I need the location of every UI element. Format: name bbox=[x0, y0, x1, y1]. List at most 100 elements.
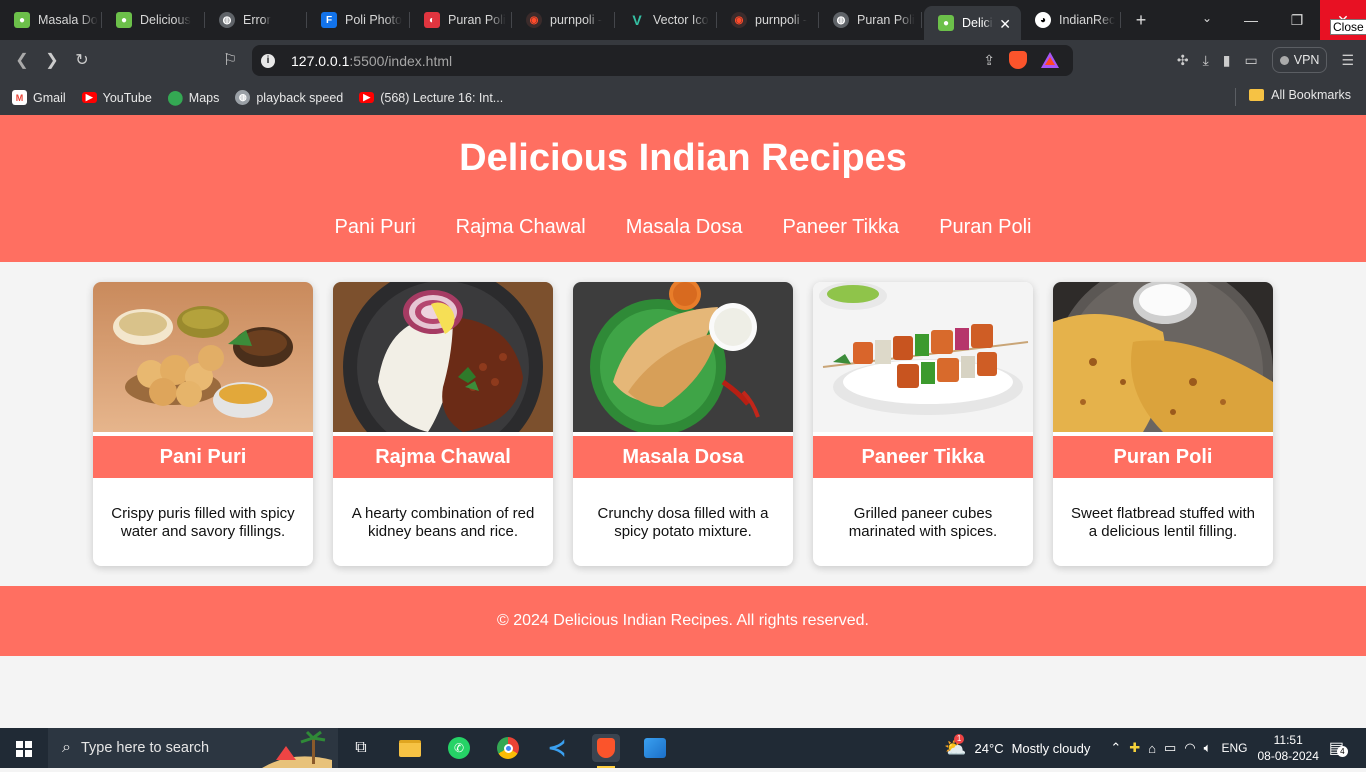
clock-date: 08-08-2024 bbox=[1257, 749, 1319, 763]
brave-browser-icon[interactable] bbox=[592, 734, 620, 768]
recipe-title: Rajma Chawal bbox=[333, 436, 553, 478]
github-icon: ◕ bbox=[1035, 12, 1051, 28]
globe-icon: ◍ bbox=[833, 12, 849, 28]
weather-temperature: 24°C bbox=[974, 740, 1004, 756]
share-icon[interactable]: ⇪ bbox=[983, 52, 995, 69]
recipe-description: A hearty combination of red kidney beans… bbox=[351, 505, 535, 540]
brave-shields-icon[interactable] bbox=[1009, 51, 1027, 69]
nav-link-paneer-tikka[interactable]: Paneer Tikka bbox=[782, 216, 899, 239]
bookmark-playback-speed[interactable]: ◍ playback speed bbox=[235, 90, 343, 105]
close-tab-icon[interactable]: ✕ bbox=[999, 16, 1011, 33]
wallet-icon[interactable]: ▭ bbox=[1245, 52, 1258, 69]
file-explorer-icon[interactable] bbox=[396, 734, 424, 762]
weather-icon[interactable]: ⛅ 1 bbox=[944, 733, 967, 759]
browser-tab[interactable]: ● Delicious bbox=[102, 0, 205, 40]
system-tray: ⛅ 1 24°C Mostly cloudy ⌃ ✚ ⌂ ▭ ◠ 🔈︎ ENG 1… bbox=[944, 728, 1366, 768]
folder-icon bbox=[1249, 89, 1265, 101]
recipe-description: Grilled paneer cubes marinated with spic… bbox=[848, 505, 998, 540]
chevron-up-icon[interactable]: ⌃ bbox=[1110, 740, 1121, 756]
taskbar-search[interactable]: ⌕ Type here to search bbox=[48, 728, 338, 768]
close-window-button[interactable]: ✕Close bbox=[1320, 0, 1366, 40]
minimize-button[interactable]: — bbox=[1228, 0, 1274, 40]
browser-tab[interactable]: ◕ IndianRec bbox=[1021, 0, 1121, 40]
recipe-card-masala-dosa[interactable]: Masala Dosa Crunchy dosa filled with a s… bbox=[573, 282, 793, 566]
whatsapp-icon[interactable]: ✆ bbox=[445, 734, 473, 762]
photos-app-icon[interactable] bbox=[641, 734, 669, 762]
browser-tab[interactable]: ◉ purnpoli - bbox=[512, 0, 615, 40]
globe-icon: ◍ bbox=[219, 12, 235, 28]
battery-icon[interactable]: ▭ bbox=[1164, 740, 1176, 756]
browser-tab[interactable]: ● Masala Do bbox=[0, 0, 102, 40]
nav-link-masala-dosa[interactable]: Masala Dosa bbox=[626, 216, 743, 239]
recipe-cards: Pani Puri Crispy puris filled with spicy… bbox=[0, 282, 1366, 566]
maximize-button[interactable]: ❐ bbox=[1274, 0, 1320, 40]
chrome-icon[interactable] bbox=[494, 734, 522, 762]
forward-icon[interactable]: ❯ bbox=[42, 50, 62, 70]
bookmarks-bar: M Gmail ▶ YouTube ⬤ Maps ◍ playback speed ▶(… bbox=[0, 80, 1366, 115]
new-tab-button[interactable]: + bbox=[1131, 10, 1151, 31]
brave-search-favicon: ◉ bbox=[731, 12, 747, 28]
recipe-card-pani-puri[interactable]: Pani Puri Crispy puris filled with spicy… bbox=[93, 282, 313, 566]
weather-description: Mostly cloudy bbox=[1011, 740, 1091, 756]
tab-search-chevron-icon[interactable]: ⌄ bbox=[1202, 11, 1212, 25]
recipe-card-puran-poli[interactable]: Puran Poli Sweet flatbread stuffed with … bbox=[1053, 282, 1273, 566]
recipe-description: Sweet flatbread stuffed with a delicious… bbox=[1071, 505, 1255, 540]
sidebar-icon[interactable]: ▮ bbox=[1223, 52, 1231, 69]
browser-tab[interactable]: ◉ purnpoli - bbox=[717, 0, 819, 40]
recipe-favicon: ● bbox=[938, 15, 954, 31]
freepik-favicon: F bbox=[321, 12, 337, 28]
browser-tab[interactable]: ◍ Puran Poli bbox=[819, 0, 922, 40]
menu-icon[interactable]: ☰ bbox=[1341, 52, 1354, 69]
browser-tab-active[interactable]: ● Delici ✕ bbox=[924, 6, 1021, 40]
browser-tab[interactable]: ◍ Error bbox=[205, 0, 307, 40]
task-view-icon[interactable]: ⧉ bbox=[347, 734, 375, 762]
wifi-icon[interactable]: ◠ bbox=[1184, 740, 1195, 756]
masala-dosa-photo bbox=[573, 282, 793, 432]
all-bookmarks-button[interactable]: All Bookmarks bbox=[1235, 88, 1351, 106]
close-tooltip: Close bbox=[1330, 19, 1366, 35]
nav-link-rajma-chawal[interactable]: Rajma Chawal bbox=[456, 216, 586, 239]
language-indicator[interactable]: ENG bbox=[1221, 741, 1247, 755]
meet-now-icon[interactable]: ⌂ bbox=[1148, 741, 1156, 756]
bookmark-maps[interactable]: ⬤ Maps bbox=[167, 89, 219, 105]
vscode-icon[interactable]: ≺ bbox=[543, 734, 571, 762]
footer-copyright: © 2024 Delicious Indian Recipes. All rig… bbox=[497, 612, 869, 629]
back-icon[interactable]: ❮ bbox=[12, 50, 32, 70]
url-text[interactable]: 127.0.0.1:5500/index.html bbox=[291, 53, 452, 69]
youtube-icon: ▶ bbox=[359, 92, 375, 103]
brave-rewards-icon[interactable] bbox=[1041, 52, 1059, 68]
recipe-title: Puran Poli bbox=[1053, 436, 1273, 478]
address-bar[interactable]: i 127.0.0.1:5500/index.html ⇪ bbox=[252, 45, 1073, 76]
recipe-favicon: ● bbox=[14, 12, 30, 28]
pani-puri-photo bbox=[93, 282, 313, 432]
nav-link-pani-puri[interactable]: Pani Puri bbox=[335, 216, 416, 239]
recipe-description: Crispy puris filled with spicy water and… bbox=[111, 505, 295, 540]
browser-tab[interactable]: F Poli Photo bbox=[307, 0, 410, 40]
rajma-chawal-photo bbox=[333, 282, 553, 432]
bookmark-icon[interactable]: ⚐ bbox=[220, 50, 240, 70]
bookmark-gmail[interactable]: M Gmail bbox=[12, 90, 66, 105]
vpn-button[interactable]: VPN bbox=[1271, 47, 1328, 73]
browser-tab[interactable]: ◐ Puran Poli bbox=[410, 0, 512, 40]
windows-start-icon[interactable] bbox=[16, 741, 32, 757]
downloads-icon[interactable]: ⤓ bbox=[1203, 52, 1209, 69]
recipe-favicon: ● bbox=[116, 12, 132, 28]
tray-app-icon[interactable]: ✚ bbox=[1129, 740, 1140, 756]
site-info-icon[interactable]: i bbox=[261, 53, 275, 68]
notification-icon[interactable]: ▤4 bbox=[1329, 738, 1348, 758]
browser-tab[interactable]: V Vector Ico bbox=[615, 0, 717, 40]
volume-icon[interactable]: 🔈︎ bbox=[1204, 740, 1212, 756]
reload-icon[interactable]: ↻ bbox=[72, 50, 92, 70]
nav-link-puran-poli[interactable]: Puran Poli bbox=[939, 216, 1031, 239]
extensions-icon[interactable]: ✣ bbox=[1177, 52, 1189, 69]
site-footer: © 2024 Delicious Indian Recipes. All rig… bbox=[0, 586, 1366, 656]
vpn-status-icon bbox=[1279, 55, 1289, 65]
recipe-card-rajma-chawal[interactable]: Rajma Chawal A hearty combination of red… bbox=[333, 282, 553, 566]
site-title: Delicious Indian Recipes bbox=[459, 137, 907, 179]
recipe-card-paneer-tikka[interactable]: Paneer Tikka Grilled paneer cubes marina… bbox=[813, 282, 1033, 566]
bookmark-youtube[interactable]: ▶ YouTube bbox=[81, 91, 152, 105]
bookmark-lecture[interactable]: ▶ (568) Lecture 16: Int... bbox=[359, 91, 503, 105]
recipe-description: Crunchy dosa filled with a spicy potato … bbox=[597, 505, 769, 540]
recipe-title: Paneer Tikka bbox=[813, 436, 1033, 478]
clock[interactable]: 11:51 08-08-2024 bbox=[1257, 732, 1318, 764]
